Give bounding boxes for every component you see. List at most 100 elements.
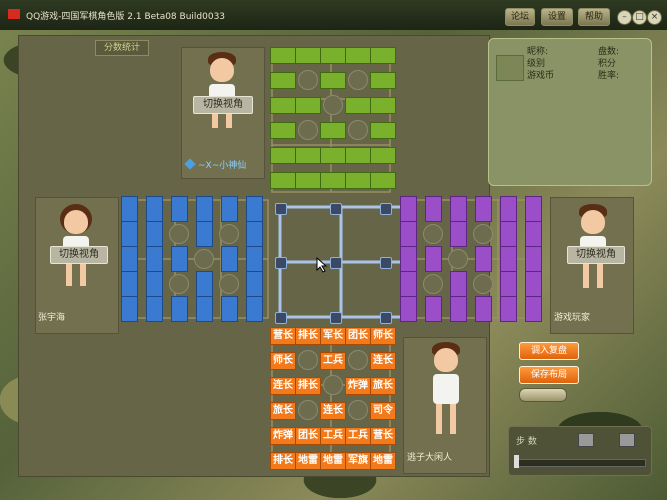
blue-piece[interactable] <box>121 296 138 322</box>
my-piece[interactable]: 团长 <box>295 427 321 445</box>
blue-piece[interactable] <box>246 221 263 247</box>
green-piece[interactable] <box>270 172 296 189</box>
blue-piece[interactable] <box>196 221 213 247</box>
purple-piece[interactable] <box>525 196 542 222</box>
load-replay-button[interactable]: 调入复盘 <box>519 342 579 360</box>
blue-piece[interactable] <box>146 196 163 222</box>
my-piece[interactable]: 司令 <box>370 402 396 420</box>
purple-piece[interactable] <box>425 296 442 322</box>
purple-piece[interactable] <box>525 271 542 297</box>
green-piece[interactable] <box>295 97 321 114</box>
purple-piece[interactable] <box>500 271 517 297</box>
forum-button[interactable]: 论坛 <box>505 8 535 26</box>
blue-piece[interactable] <box>171 296 188 322</box>
my-piece[interactable]: 连长 <box>270 377 296 395</box>
purple-piece[interactable] <box>425 196 442 222</box>
blue-piece[interactable] <box>246 271 263 297</box>
next-step-button[interactable] <box>619 433 635 447</box>
blue-piece[interactable] <box>146 271 163 297</box>
my-piece[interactable]: 营长 <box>370 427 396 445</box>
purple-piece[interactable] <box>475 296 492 322</box>
my-piece[interactable]: 工兵 <box>320 427 346 445</box>
blue-piece[interactable] <box>146 246 163 272</box>
purple-piece[interactable] <box>500 196 517 222</box>
purple-piece[interactable] <box>500 221 517 247</box>
green-piece[interactable] <box>295 47 321 64</box>
purple-piece[interactable] <box>400 296 417 322</box>
blue-piece[interactable] <box>121 221 138 247</box>
green-piece[interactable] <box>345 47 371 64</box>
purple-piece[interactable] <box>425 246 442 272</box>
my-piece[interactable]: 旅长 <box>270 402 296 420</box>
steps-slider-track[interactable] <box>514 459 646 467</box>
third-action-button[interactable] <box>519 388 567 402</box>
minimize-icon[interactable]: – <box>617 10 632 25</box>
prev-step-button[interactable] <box>578 433 594 447</box>
my-piece[interactable]: 连长 <box>320 402 346 420</box>
help-button[interactable]: 帮助 <box>578 8 610 26</box>
blue-piece[interactable] <box>246 296 263 322</box>
blue-piece[interactable] <box>246 196 263 222</box>
green-piece[interactable] <box>320 47 346 64</box>
my-piece[interactable]: 军长 <box>320 327 346 345</box>
green-piece[interactable] <box>295 172 321 189</box>
purple-piece[interactable] <box>525 296 542 322</box>
my-piece[interactable]: 排长 <box>295 327 321 345</box>
green-piece[interactable] <box>370 172 396 189</box>
blue-piece[interactable] <box>121 196 138 222</box>
maximize-icon[interactable]: □ <box>632 10 647 25</box>
green-piece[interactable] <box>370 72 396 89</box>
blue-piece[interactable] <box>246 246 263 272</box>
green-piece[interactable] <box>270 122 296 139</box>
blue-piece[interactable] <box>196 196 213 222</box>
my-piece[interactable]: 地雷 <box>320 452 346 470</box>
green-piece[interactable] <box>270 47 296 64</box>
green-piece[interactable] <box>320 172 346 189</box>
save-layout-button[interactable]: 保存布局 <box>519 366 579 384</box>
my-piece[interactable]: 工兵 <box>345 427 371 445</box>
green-piece[interactable] <box>370 147 396 164</box>
green-piece[interactable] <box>370 122 396 139</box>
green-piece[interactable] <box>295 147 321 164</box>
green-piece[interactable] <box>320 72 346 89</box>
blue-piece[interactable] <box>121 246 138 272</box>
close-icon[interactable]: × <box>647 10 662 25</box>
blue-piece[interactable] <box>146 296 163 322</box>
my-piece[interactable]: 军旗 <box>345 452 371 470</box>
purple-piece[interactable] <box>400 196 417 222</box>
purple-piece[interactable] <box>450 271 467 297</box>
blue-piece[interactable] <box>121 271 138 297</box>
blue-piece[interactable] <box>146 221 163 247</box>
right-switch-view-button[interactable]: 切换视角 <box>567 246 625 264</box>
green-piece[interactable] <box>370 97 396 114</box>
green-piece[interactable] <box>270 147 296 164</box>
my-piece[interactable]: 师长 <box>270 352 296 370</box>
my-piece[interactable]: 师长 <box>370 327 396 345</box>
purple-piece[interactable] <box>500 246 517 272</box>
blue-piece[interactable] <box>196 296 213 322</box>
purple-piece[interactable] <box>475 196 492 222</box>
green-piece[interactable] <box>345 147 371 164</box>
purple-piece[interactable] <box>475 246 492 272</box>
my-piece[interactable]: 工兵 <box>320 352 346 370</box>
purple-piece[interactable] <box>450 196 467 222</box>
settings-button[interactable]: 设置 <box>541 8 573 26</box>
my-piece[interactable]: 团长 <box>345 327 371 345</box>
purple-piece[interactable] <box>525 221 542 247</box>
green-piece[interactable] <box>270 72 296 89</box>
my-piece[interactable]: 连长 <box>370 352 396 370</box>
purple-piece[interactable] <box>450 296 467 322</box>
green-piece[interactable] <box>370 47 396 64</box>
purple-piece[interactable] <box>400 246 417 272</box>
my-piece[interactable]: 营长 <box>270 327 296 345</box>
blue-piece[interactable] <box>196 271 213 297</box>
blue-piece[interactable] <box>171 196 188 222</box>
purple-piece[interactable] <box>400 221 417 247</box>
my-piece[interactable]: 地雷 <box>295 452 321 470</box>
steps-slider-handle[interactable] <box>514 455 519 468</box>
blue-piece[interactable] <box>171 246 188 272</box>
green-piece[interactable] <box>345 97 371 114</box>
blue-piece[interactable] <box>221 246 238 272</box>
my-piece[interactable]: 地雷 <box>370 452 396 470</box>
purple-piece[interactable] <box>450 221 467 247</box>
